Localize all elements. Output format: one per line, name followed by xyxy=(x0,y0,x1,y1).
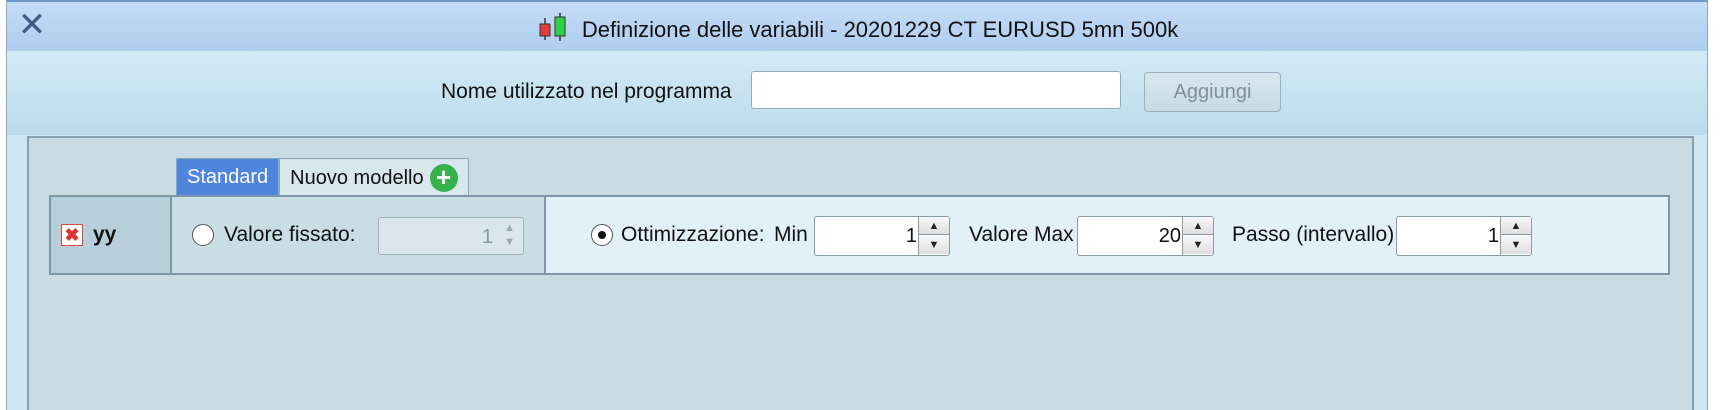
tab-new-template[interactable]: Nuovo modello + xyxy=(279,158,469,196)
window-title: Definizione delle variabili - 20201229 C… xyxy=(581,17,1179,42)
tab-new-template-label: Nuovo modello xyxy=(290,166,424,189)
program-name-input[interactable] xyxy=(751,71,1121,109)
add-button[interactable]: Aggiungi xyxy=(1144,72,1281,112)
fixed-value-label: Valore fissato: xyxy=(224,223,356,246)
candlestick-icon xyxy=(536,12,570,48)
step-decrement-button[interactable]: ▼ xyxy=(1501,236,1531,254)
step-stepper: ▲ ▼ xyxy=(1500,217,1531,255)
variable-row: ✖ yy Valore fissato: 1 ▲ ▼ Ottimizzazione… xyxy=(49,195,1670,275)
min-decrement-button[interactable]: ▼ xyxy=(919,236,949,254)
tab-standard[interactable]: Standard xyxy=(176,158,280,196)
max-stepper: ▲ ▼ xyxy=(1182,217,1213,255)
max-increment-button[interactable]: ▲ xyxy=(1183,217,1213,235)
max-value: 20 xyxy=(1158,225,1181,247)
variable-name-cell: ✖ yy xyxy=(51,197,172,273)
plus-circle-icon[interactable]: + xyxy=(429,163,458,192)
delete-icon[interactable]: ✖ xyxy=(61,224,83,246)
step-label: Passo (intervallo) xyxy=(1232,223,1395,246)
min-value: 1 xyxy=(905,225,917,247)
optimization-label: Ottimizzazione: xyxy=(621,223,765,246)
min-input[interactable]: 1 ▲ ▼ xyxy=(814,216,950,256)
title-container: Definizione delle variabili - 20201229 C… xyxy=(7,12,1707,48)
min-label: Min xyxy=(774,223,808,246)
fixed-value-text: 1 xyxy=(481,226,493,248)
variables-panel: Standard Nuovo modello + ✖ yy Valore fis… xyxy=(27,136,1694,410)
fixed-value-radio[interactable] xyxy=(192,224,214,246)
max-decrement-button[interactable]: ▼ xyxy=(1183,236,1213,254)
fixed-value-input: 1 ▲ ▼ xyxy=(378,217,524,255)
step-input[interactable]: 1 ▲ ▼ xyxy=(1396,216,1532,256)
tab-standard-label: Standard xyxy=(187,166,269,188)
variables-dialog: ✕ Definizione delle variabili - 20201229… xyxy=(6,0,1708,410)
fixed-value-cell: Valore fissato: 1 ▲ ▼ xyxy=(172,197,546,273)
min-stepper: ▲ ▼ xyxy=(918,217,949,255)
title-bar: ✕ Definizione delle variabili - 20201229… xyxy=(7,0,1707,53)
tab-bar: Standard Nuovo modello + xyxy=(176,158,469,196)
fixed-value-spinner: ▲ ▼ xyxy=(504,222,515,248)
optimization-radio[interactable] xyxy=(591,224,613,246)
program-name-label: Nome utilizzato nel programma xyxy=(441,80,732,103)
step-value: 1 xyxy=(1487,225,1499,247)
min-increment-button[interactable]: ▲ xyxy=(919,217,949,235)
step-increment-button[interactable]: ▲ xyxy=(1501,217,1531,235)
variable-name: yy xyxy=(93,223,117,246)
max-label: Valore Max xyxy=(969,223,1074,246)
optimization-cell: Ottimizzazione: Min 1 ▲ ▼ Valore Max 20 … xyxy=(546,197,1668,273)
max-input[interactable]: 20 ▲ ▼ xyxy=(1077,216,1214,256)
name-bar: Nome utilizzato nel programma Aggiungi xyxy=(7,51,1707,135)
